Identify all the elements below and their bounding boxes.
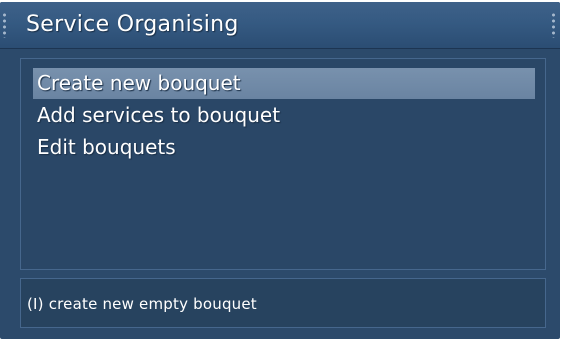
menu-item-add-services-to-bouquet[interactable]: Add services to bouquet <box>33 100 535 131</box>
menu-list: Create new bouquet Add services to bouqu… <box>20 58 546 270</box>
grip-left-icon <box>2 12 7 38</box>
grip-right-icon <box>551 12 556 38</box>
help-text: (I) create new empty bouquet <box>27 295 257 313</box>
window-title: Service Organising <box>26 12 239 37</box>
help-panel: (I) create new empty bouquet <box>20 278 546 328</box>
title-bar: Service Organising <box>0 2 560 49</box>
service-organising-window: Service Organising Create new bouquet Ad… <box>0 2 560 339</box>
menu-item-create-new-bouquet[interactable]: Create new bouquet <box>33 68 535 99</box>
menu-item-edit-bouquets[interactable]: Edit bouquets <box>33 132 535 163</box>
